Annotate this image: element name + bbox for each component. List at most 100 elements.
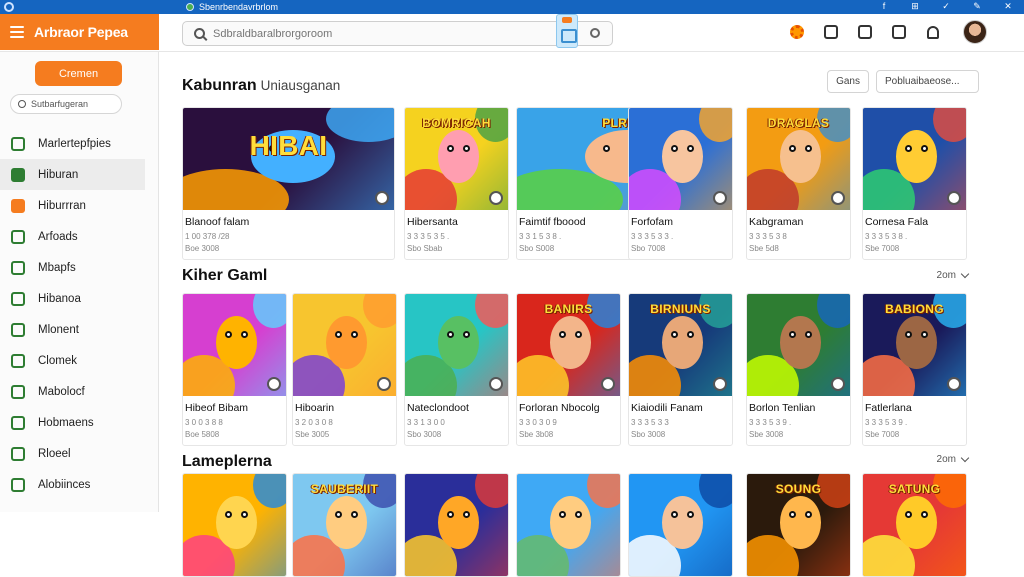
brand-name[interactable]: Arbraor Pepea xyxy=(34,24,128,40)
game-thumbnail[interactable] xyxy=(405,474,508,576)
chevron-down-icon xyxy=(960,269,970,279)
game-thumbnail[interactable] xyxy=(863,108,966,210)
game-thumbnail[interactable]: BANIRS xyxy=(517,294,620,396)
notifications-button[interactable] xyxy=(924,23,942,41)
game-card[interactable]: Borlon Tenlian 3 3 3 5 3 9 . Sbe 3008 xyxy=(746,293,851,446)
game-card[interactable]: BIRNIUNS Kiaiodili Fanam 3 3 3 5 3 3 Sbo 30… xyxy=(628,293,733,446)
game-thumbnail[interactable]: SAUBERIIT xyxy=(293,474,396,576)
trophy-icon xyxy=(11,353,25,368)
game-thumbnail[interactable]: HIBAI xyxy=(183,108,394,210)
filter-sort[interactable]: Pobluaibaeose... xyxy=(876,70,979,93)
game-thumbnail[interactable] xyxy=(293,294,396,396)
app-header: Arbraor Pepea xyxy=(0,14,1024,52)
play-icon[interactable] xyxy=(601,377,615,391)
play-icon[interactable] xyxy=(489,377,503,391)
sidebar-item[interactable]: Alobiinces xyxy=(0,469,158,500)
sidebar-item[interactable]: Hiburrran xyxy=(0,190,158,221)
play-icon[interactable] xyxy=(489,191,503,205)
game-stat: Sbe 7008 xyxy=(865,244,900,253)
sidebar-item[interactable]: Rloeel xyxy=(0,438,158,469)
card-meta: Forfofam 3 3 3 5 3 3 . Sbo 7008 xyxy=(629,210,732,259)
game-card[interactable] xyxy=(182,473,287,577)
game-card[interactable]: BABIONG Fatlerlana 3 3 3 5 3 9 . Sbe 7008 xyxy=(862,293,967,446)
tray-icon-3[interactable]: ✓ xyxy=(940,1,952,12)
search-icon xyxy=(194,28,205,39)
game-card[interactable]: BANIRS Forloran Nbocolg 3 3 0 3 0 9 Sbe 3b0… xyxy=(516,293,621,446)
card-meta: Kabgraman 3 3 3 5 3 8 Sbe 5d8 xyxy=(747,210,850,259)
star-icon xyxy=(11,229,25,244)
game-card[interactable]: Nateclondoot 3 3 1 3 0 0 Sbo 3008 xyxy=(404,293,509,446)
play-icon[interactable] xyxy=(713,377,727,391)
play-icon[interactable] xyxy=(267,377,281,391)
game-card[interactable]: DRAGLAS Kabgraman 3 3 3 5 3 8 Sbe 5d8 xyxy=(746,107,851,260)
see-more-link[interactable]: 2om xyxy=(937,269,970,281)
game-card[interactable]: Cornesa Fala 3 3 3 5 3 8 . Sbe 7008 xyxy=(862,107,967,260)
sidebar-item[interactable]: Mbapfs xyxy=(0,252,158,283)
play-icon[interactable] xyxy=(375,191,389,205)
character-illustration xyxy=(549,316,592,370)
game-stat: 3 3 3 5 3 3 xyxy=(631,418,669,427)
game-thumbnail[interactable] xyxy=(183,294,286,396)
bookmark-button[interactable] xyxy=(822,23,840,41)
tray-icon-2[interactable]: ⊞ xyxy=(909,1,921,12)
menu-icon[interactable] xyxy=(10,26,24,38)
game-card[interactable]: Hiboarin 3 2 0 3 0 8 Sbe 3005 xyxy=(292,293,397,446)
game-thumbnail[interactable] xyxy=(183,474,286,576)
game-thumbnail[interactable]: SOUNG xyxy=(747,474,850,576)
play-icon[interactable] xyxy=(947,191,961,205)
game-thumbnail[interactable]: DRAGLAS xyxy=(747,108,850,210)
tray-icon-1[interactable]: f xyxy=(878,1,890,12)
chat-button[interactable] xyxy=(890,23,908,41)
game-thumbnail[interactable]: BABIONG xyxy=(863,294,966,396)
game-card[interactable] xyxy=(516,473,621,577)
game-card[interactable]: BOMRICAH Hibersanta 3 3 3 5 3 5 . Sbo Sbab xyxy=(404,107,509,260)
sidebar-cta-button[interactable]: Cremen xyxy=(35,61,122,86)
play-icon[interactable] xyxy=(831,191,845,205)
game-card[interactable]: SATUNG xyxy=(862,473,967,577)
grid-button[interactable] xyxy=(856,23,874,41)
os-titlebar: Sbenrbendavrbrlom f ⊞ ✓ ✎ ✕ xyxy=(0,0,1024,14)
tray-close-icon[interactable]: ✕ xyxy=(1002,1,1014,12)
sidebar-item[interactable]: Clomek xyxy=(0,345,158,376)
sidebar-search[interactable]: Sutbarfugeran xyxy=(10,94,122,114)
sidebar-item[interactable]: Hibanoa xyxy=(0,283,158,314)
filter-games[interactable]: Gans xyxy=(827,70,869,93)
sidebar-item[interactable]: Mlonent xyxy=(0,314,158,345)
game-card[interactable] xyxy=(628,473,733,577)
search-submit-icon[interactable] xyxy=(590,28,600,38)
sidebar-item[interactable]: Hiburan xyxy=(0,159,145,190)
game-card[interactable]: SOUNG xyxy=(746,473,851,577)
settings-button[interactable] xyxy=(788,23,806,41)
sidebar-item[interactable]: Hobmaens xyxy=(0,407,158,438)
avatar[interactable] xyxy=(963,20,987,44)
play-icon[interactable] xyxy=(947,377,961,391)
url-bar[interactable]: Sbenrbendavrbrlom xyxy=(186,0,278,14)
game-card[interactable]: HIBAI Blanoof falam 1 00 378 /28 Boe 3008 xyxy=(182,107,395,260)
game-thumbnail[interactable]: SATUNG xyxy=(863,474,966,576)
game-thumbnail[interactable] xyxy=(747,294,850,396)
sidebar-item[interactable]: Arfoads xyxy=(0,221,158,252)
game-card[interactable]: Hibeof Bibam 3 0 0 3 8 8 Boe 5808 xyxy=(182,293,287,446)
play-icon[interactable] xyxy=(831,377,845,391)
sidebar-nav: Marlertepfpies Hiburan Hiburrran Arfoads Mba… xyxy=(0,128,158,500)
game-thumbnail[interactable]: BIRNIUNS xyxy=(629,294,732,396)
game-card[interactable]: Forfofam 3 3 3 5 3 3 . Sbo 7008 xyxy=(628,107,733,260)
game-card[interactable] xyxy=(404,473,509,577)
sidebar-item[interactable]: Mabolocf xyxy=(0,376,158,407)
search-input[interactable] xyxy=(213,27,513,40)
game-thumbnail[interactable] xyxy=(405,294,508,396)
card-meta: Hibersanta 3 3 3 5 3 5 . Sbo Sbab xyxy=(405,210,508,259)
mascot-icon[interactable] xyxy=(556,14,578,48)
play-icon[interactable] xyxy=(377,377,391,391)
game-thumbnail[interactable] xyxy=(517,474,620,576)
see-more-link[interactable]: 2om xyxy=(937,453,970,465)
game-card[interactable]: SAUBERIIT xyxy=(292,473,397,577)
sidebar-item[interactable]: Marlertepfpies xyxy=(0,128,158,159)
tag-icon xyxy=(11,415,25,430)
game-stat: Sbo 7008 xyxy=(631,244,666,253)
tray-icon-4[interactable]: ✎ xyxy=(971,1,983,12)
play-icon[interactable] xyxy=(713,191,727,205)
game-thumbnail[interactable]: BOMRICAH xyxy=(405,108,508,210)
game-thumbnail[interactable] xyxy=(629,474,732,576)
game-thumbnail[interactable] xyxy=(629,108,732,210)
